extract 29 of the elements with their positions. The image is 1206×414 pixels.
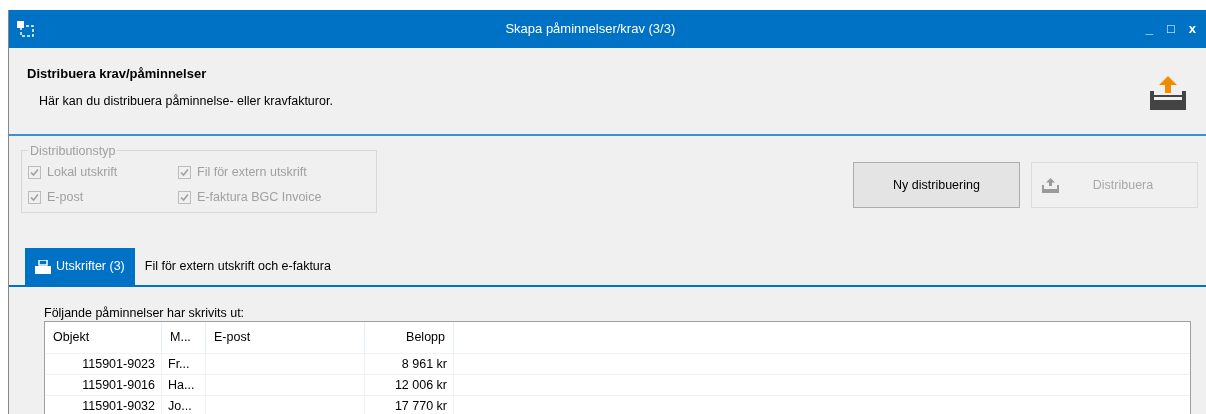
close-button[interactable]: x bbox=[1188, 19, 1196, 39]
upload-tray-icon bbox=[1150, 76, 1186, 110]
header-title: Distribuera krav/påminnelser bbox=[27, 65, 208, 83]
checkbox-label: E-post bbox=[47, 189, 84, 207]
table-cell: 115901-9016 bbox=[45, 375, 162, 395]
checkbox-label: Fil för extern utskrift bbox=[197, 163, 307, 181]
table-cell: 8 961 kr bbox=[365, 354, 454, 374]
table-cell: 115901-9023 bbox=[45, 354, 162, 374]
column-header[interactable]: E-post bbox=[206, 322, 365, 353]
column-header[interactable]: Objekt bbox=[45, 322, 162, 353]
table-cell: 12 006 kr bbox=[365, 375, 454, 395]
window-title: Skapa påminnelser/krav (3/3) bbox=[504, 20, 677, 39]
table-cell: 115901-9032 bbox=[45, 396, 162, 414]
maximize-button[interactable]: □ bbox=[1166, 19, 1175, 39]
table-cell: Ha... bbox=[162, 375, 206, 395]
column-header[interactable]: M... bbox=[162, 322, 206, 353]
tab[interactable]: Utskrifter (3) bbox=[25, 248, 135, 285]
new-distribution-button[interactable]: Ny distribuering bbox=[853, 162, 1020, 208]
header-subtitle: Här kan du distribuera påminnelse- eller kravfakturor. bbox=[38, 92, 333, 110]
app-icon bbox=[17, 21, 35, 37]
column-header[interactable]: Belopp bbox=[365, 322, 454, 353]
table-cell: Fr... bbox=[162, 354, 206, 374]
tab[interactable]: Fil för extern utskrift och e-faktura bbox=[134, 248, 341, 285]
table-cell: 17 770 kr bbox=[365, 396, 454, 414]
minimize-button[interactable]: _ bbox=[1145, 19, 1153, 39]
checkbox-label: E-faktura BGC Invoice bbox=[197, 189, 322, 207]
checkbox-label: Lokal utskrift bbox=[47, 163, 118, 181]
table-cell: Jo... bbox=[162, 396, 206, 414]
list-caption: Följande påminnelser har skrivits ut: bbox=[44, 305, 246, 321]
